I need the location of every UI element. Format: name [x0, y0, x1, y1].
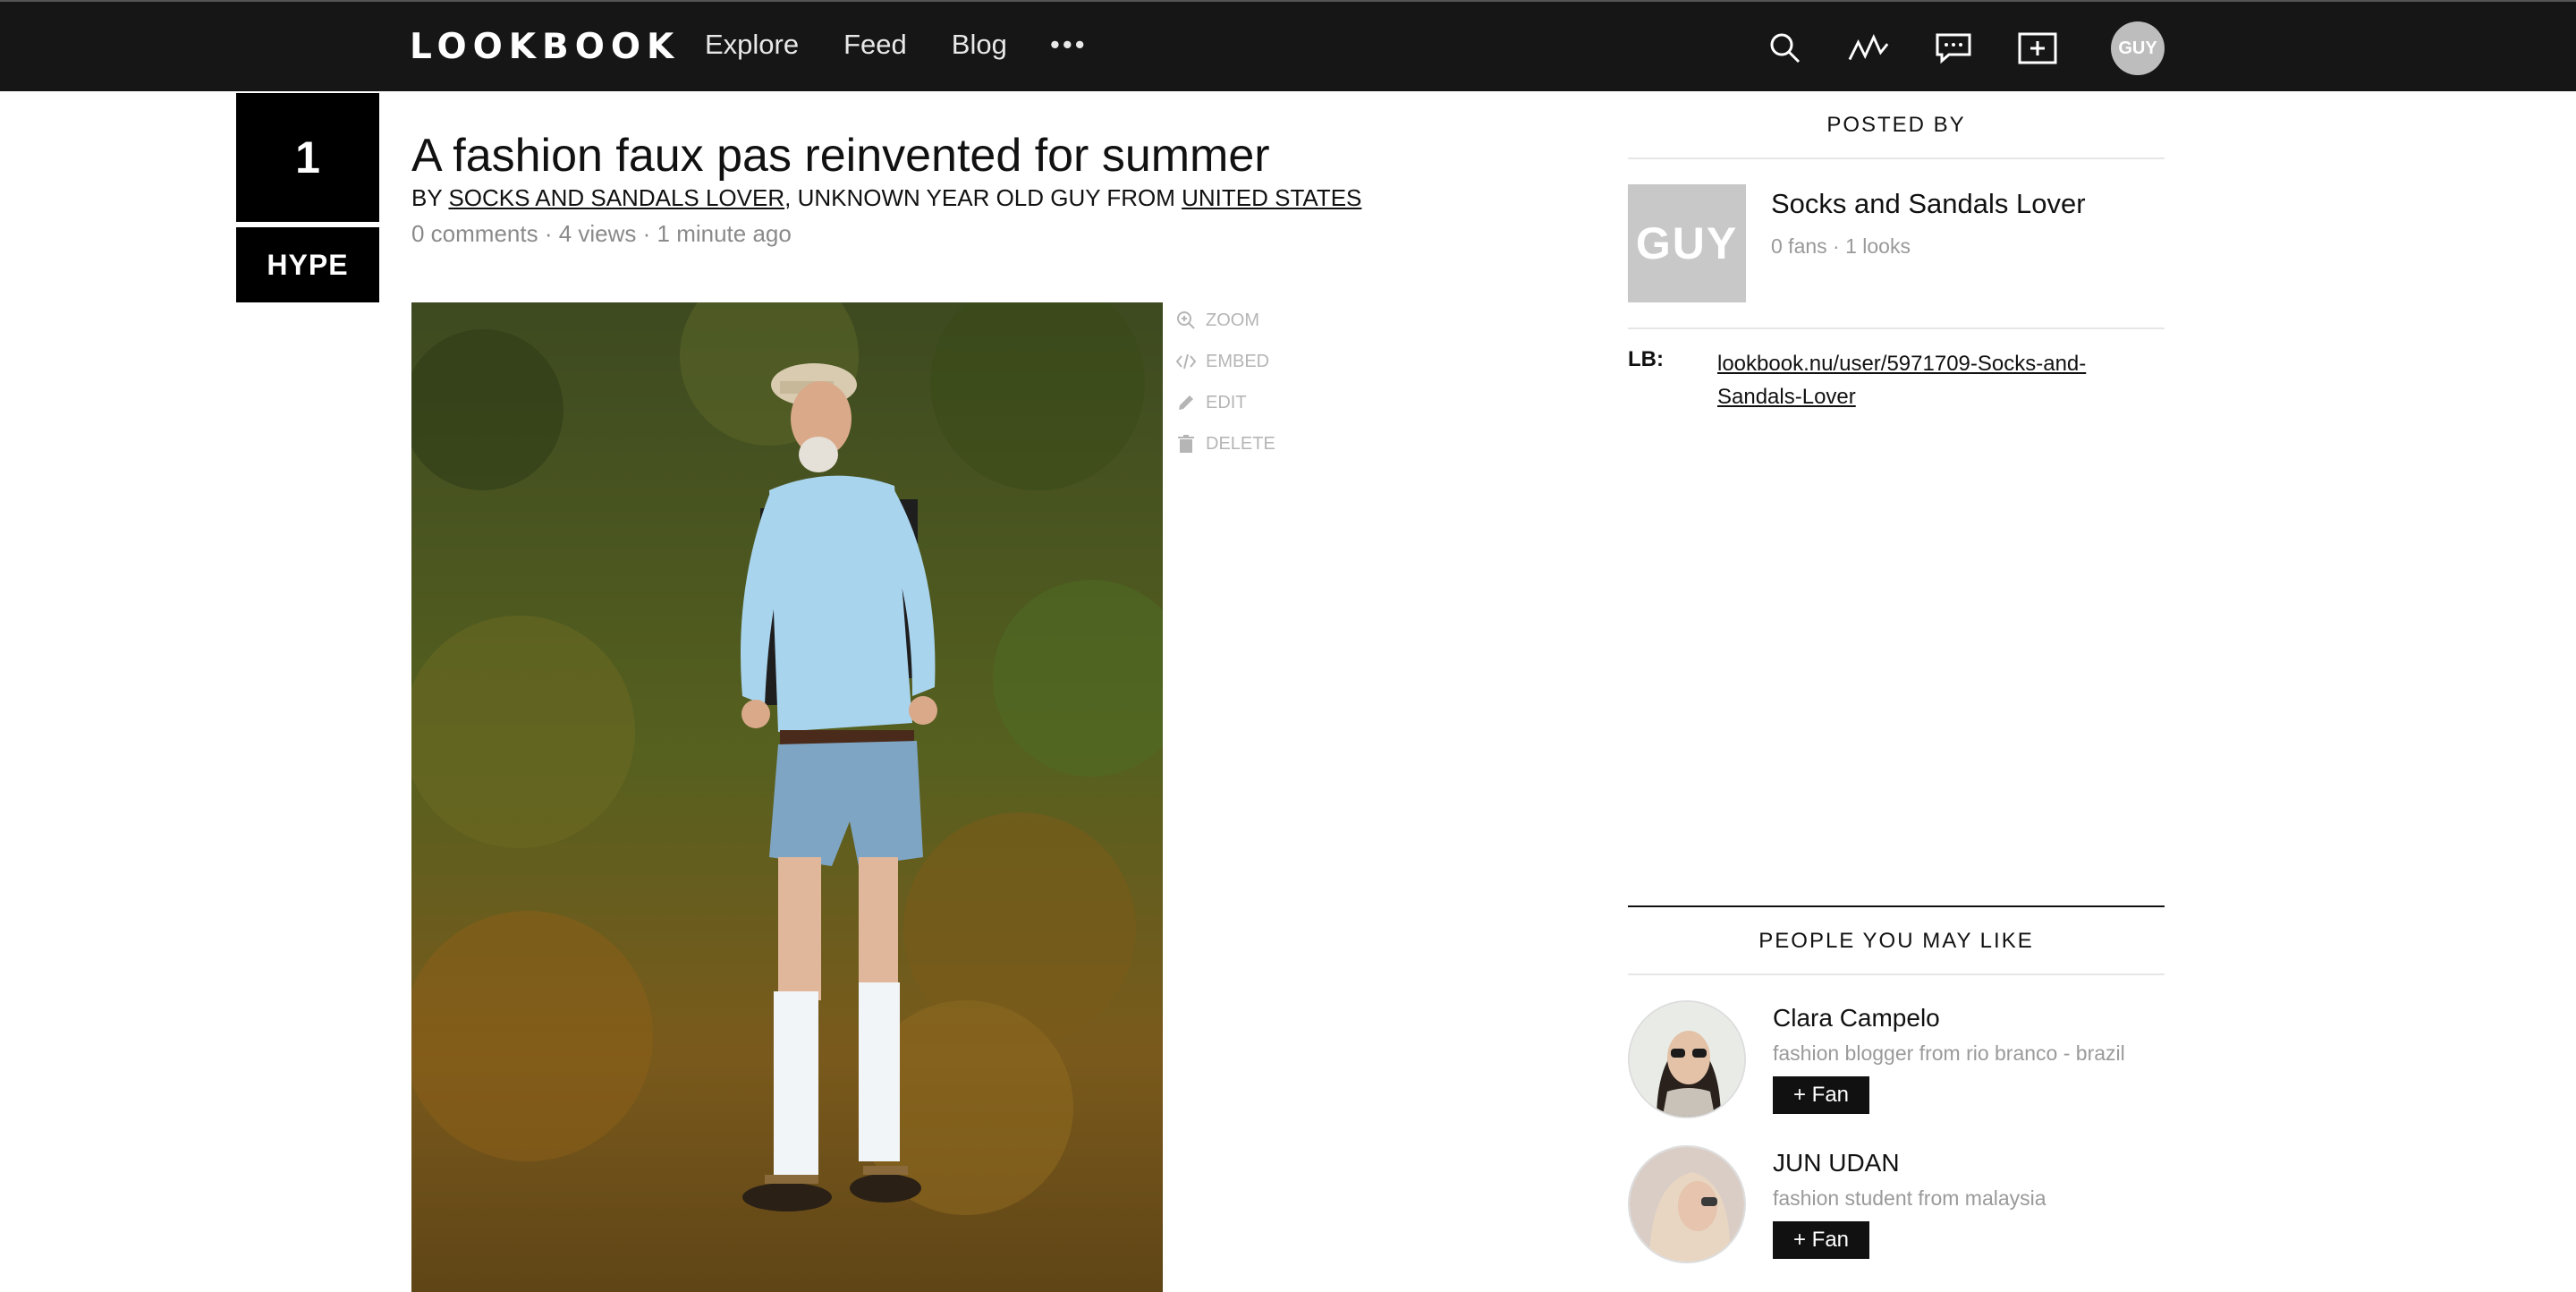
lb-profile-link[interactable]: lookbook.nu/user/5971709-Socks-and-Sanda…: [1717, 347, 2120, 413]
byline-middle: , UNKNOWN YEAR OLD GUY FROM: [784, 184, 1182, 211]
nav-link-feed[interactable]: Feed: [843, 29, 907, 61]
top-navbar: LOOKBOOK Explore Feed Blog ••• GUY: [0, 2, 2576, 91]
nav-icons: [1764, 27, 2059, 70]
nav-link-explore[interactable]: Explore: [705, 29, 799, 61]
zoom-action[interactable]: ZOOM: [1175, 310, 1275, 331]
delete-action[interactable]: DELETE: [1175, 433, 1275, 455]
edit-label: EDIT: [1206, 392, 1247, 412]
posted-by-title: POSTED BY: [1628, 91, 2165, 159]
user-avatar[interactable]: GUY: [2111, 21, 2165, 75]
person-description: fashion student from malaysia: [1773, 1186, 2046, 1210]
pencil-icon: [1175, 392, 1197, 413]
author-info: Socks and Sandals Lover 0 fans · 1 looks: [1771, 184, 2086, 302]
more-menu-icon[interactable]: •••: [1050, 29, 1088, 61]
search-icon[interactable]: [1764, 27, 1807, 70]
look-photo[interactable]: [411, 302, 1163, 1292]
byline: BY SOCKS AND SANDALS LOVER, UNKNOWN YEAR…: [411, 184, 1361, 212]
author-stats: 0 fans · 1 looks: [1771, 234, 1911, 258]
author-name[interactable]: Socks and Sandals Lover: [1771, 188, 2086, 220]
page: LOOKBOOK Explore Feed Blog ••• GUY 1 HYP…: [0, 0, 2576, 1292]
lb-row: LB: lookbook.nu/user/5971709-Socks-and-S…: [1628, 329, 2165, 413]
avatar[interactable]: [1628, 1145, 1746, 1263]
embed-label: EMBED: [1206, 351, 1270, 371]
person-info: Clara Campelo fashion blogger from rio b…: [1773, 1000, 2125, 1120]
list-item: JUN UDAN fashion student from malaysia +…: [1628, 1120, 2165, 1265]
zoom-label: ZOOM: [1206, 310, 1259, 330]
person-info: JUN UDAN fashion student from malaysia +…: [1773, 1145, 2046, 1265]
add-look-icon[interactable]: [2016, 27, 2059, 70]
embed-action[interactable]: EMBED: [1175, 351, 1275, 372]
messages-icon[interactable]: [1932, 27, 1975, 70]
edit-action[interactable]: EDIT: [1175, 392, 1275, 413]
hype-box: 1 HYPE: [236, 93, 379, 302]
trash-icon: [1175, 433, 1197, 455]
author-card: GUY Socks and Sandals Lover 0 fans · 1 l…: [1628, 159, 2165, 329]
fan-button[interactable]: + Fan: [1773, 1221, 1869, 1259]
nav-links: Explore Feed Blog: [705, 29, 1007, 61]
author-avatar[interactable]: GUY: [1628, 184, 1746, 302]
zoom-icon: [1175, 310, 1197, 331]
nav-link-blog[interactable]: Blog: [952, 29, 1007, 61]
author-link[interactable]: SOCKS AND SANDALS LOVER: [448, 184, 784, 211]
pymk-title: PEOPLE YOU MAY LIKE: [1628, 907, 2165, 975]
sidebar: POSTED BY GUY Socks and Sandals Lover 0 …: [1628, 91, 2165, 413]
code-icon: [1175, 351, 1197, 372]
fan-button[interactable]: + Fan: [1773, 1076, 1869, 1114]
activity-icon[interactable]: [1848, 27, 1891, 70]
look-actions: ZOOM EMBED EDIT DELETE: [1175, 310, 1275, 455]
person-description: fashion blogger from rio branco - brazil: [1773, 1041, 2125, 1065]
lookbook-logo[interactable]: LOOKBOOK: [410, 27, 680, 67]
look-meta: 0 comments · 4 views · 1 minute ago: [411, 220, 792, 247]
avatar[interactable]: [1628, 1000, 1746, 1118]
byline-prefix: BY: [411, 184, 449, 211]
person-name[interactable]: JUN UDAN: [1773, 1149, 2046, 1177]
person-name[interactable]: Clara Campelo: [1773, 1004, 2125, 1033]
look-title: A fashion faux pas reinvented for summer: [411, 130, 1270, 182]
delete-label: DELETE: [1206, 433, 1275, 454]
list-item: Clara Campelo fashion blogger from rio b…: [1628, 975, 2165, 1120]
hype-count: 1: [236, 93, 379, 222]
hype-button[interactable]: HYPE: [236, 227, 379, 302]
country-link[interactable]: UNITED STATES: [1182, 184, 1361, 211]
lb-label: LB:: [1628, 347, 1664, 371]
people-you-may-like: PEOPLE YOU MAY LIKE Clara Campelo fashio…: [1628, 905, 2165, 1265]
